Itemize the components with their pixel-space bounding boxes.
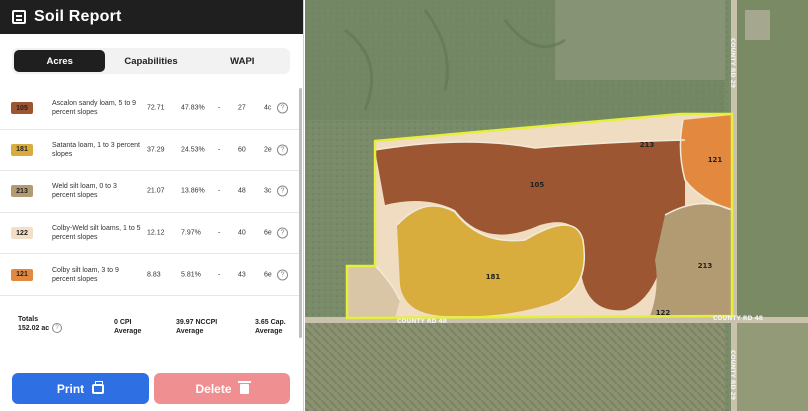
- soil-nccpi: 43: [238, 271, 246, 279]
- help-icon[interactable]: ?: [277, 269, 288, 281]
- delete-label: Delete: [195, 381, 232, 396]
- field-south: [305, 322, 725, 411]
- panel-header: Soil Report: [0, 0, 303, 34]
- soil-percent: 24.53%: [181, 146, 205, 154]
- zone-label-213b: 213: [640, 141, 655, 149]
- road-label-48-b: COUNTY RD 48: [713, 315, 763, 322]
- table-row[interactable]: 181 Satanta loam, 1 to 3 percent slopes 37…: [0, 130, 300, 172]
- soil-percent: 47.83%: [181, 104, 205, 112]
- farmstead: [745, 10, 770, 40]
- totals-help-icon[interactable]: ?: [52, 323, 62, 333]
- zone-label-122: 122: [656, 309, 671, 317]
- table-row[interactable]: 213 Weld silt loam, 0 to 3 percent slopes…: [0, 171, 300, 213]
- soil-name: Colby silt loam, 3 to 9 percent slopes: [52, 266, 119, 283]
- totals-cap: 3.65 Cap. Average: [255, 318, 286, 336]
- list-scrollbar[interactable]: [299, 88, 302, 338]
- satellite-map[interactable]: 105 181 213 122 121 213 COUNTY RD 48 COU…: [305, 0, 808, 411]
- soil-code-badge: 122: [11, 227, 33, 240]
- soil-acres: 72.71: [147, 104, 165, 112]
- soil-acres: 12.12: [147, 229, 165, 237]
- soil-name: Colby-Weld silt loams, 1 to 5 percent sl…: [52, 225, 141, 242]
- soil-report-panel: Soil Report Acres Capabilities WAPI 105 A…: [0, 0, 304, 411]
- soil-acres: 8.83: [147, 271, 161, 279]
- print-button[interactable]: Print: [12, 373, 149, 404]
- field-east: [737, 0, 808, 320]
- field-southeast: [737, 322, 808, 411]
- help-icon[interactable]: ?: [277, 227, 288, 239]
- cpi-value: 0 CPI: [114, 319, 132, 326]
- soil-code-badge: 213: [11, 185, 33, 198]
- tab-acres[interactable]: Acres: [14, 50, 106, 72]
- soil-nccpi: 27: [238, 104, 246, 112]
- soil-acres: 37.29: [147, 146, 165, 154]
- zone-label-121: 121: [708, 156, 723, 164]
- soil-capability: 4c: [264, 104, 272, 112]
- soil-cpi: -: [218, 229, 221, 237]
- soil-capability: 6e: [264, 271, 272, 279]
- zone-label-181: 181: [486, 273, 501, 281]
- road-label-48-a: COUNTY RD 48: [397, 318, 447, 325]
- report-icon: [12, 10, 26, 24]
- soil-percent: 7.97%: [181, 229, 201, 237]
- trash-icon: [237, 380, 251, 394]
- soil-code-badge: 181: [11, 143, 33, 156]
- soil-code-badge: 121: [11, 268, 33, 281]
- field-northeast: [555, 0, 725, 80]
- zone-label-105: 105: [530, 181, 545, 189]
- tab-wapi[interactable]: WAPI: [197, 50, 288, 72]
- nccpi-value: 39.97 NCCPI: [176, 319, 218, 326]
- soil-cpi: -: [218, 104, 221, 112]
- zone-label-213: 213: [698, 262, 713, 270]
- print-label: Print: [56, 381, 85, 396]
- soil-nccpi: 48: [238, 187, 246, 195]
- app: Soil Report Acres Capabilities WAPI 105 A…: [0, 0, 808, 411]
- soil-code-badge: 105: [11, 102, 33, 115]
- delete-button[interactable]: Delete: [154, 373, 290, 404]
- soil-acres: 21.07: [147, 187, 165, 195]
- soil-capability: 2e: [264, 146, 272, 154]
- help-icon[interactable]: ?: [277, 185, 288, 197]
- table-row[interactable]: 105 Ascalon sandy loam, 5 to 9 percent sl…: [0, 88, 300, 130]
- soil-cpi: -: [218, 146, 221, 154]
- table-row[interactable]: 121 Colby silt loam, 3 to 9 percent slope…: [0, 254, 300, 296]
- totals-nccpi: 39.97 NCCPI Average: [176, 318, 217, 336]
- nccpi-sub: Average: [176, 328, 204, 335]
- soil-capability: 6e: [264, 229, 272, 237]
- soil-percent: 5.81%: [181, 271, 201, 279]
- soil-list[interactable]: 105 Ascalon sandy loam, 5 to 9 percent sl…: [0, 82, 300, 306]
- totals-title: Totals: [18, 316, 39, 323]
- soil-percent: 13.86%: [181, 187, 205, 195]
- totals-label: Totals 152.02 ac: [18, 315, 49, 333]
- road-label-29-a: COUNTY RD 29: [729, 38, 736, 88]
- road-label-29-b: COUNTY RD 29: [729, 350, 736, 400]
- soil-capability: 3c: [264, 187, 272, 195]
- totals-cpi: 0 CPI Average: [114, 318, 141, 336]
- soil-nccpi: 40: [238, 229, 246, 237]
- cap-value: 3.65 Cap.: [255, 319, 286, 326]
- soil-name: Weld silt loam, 0 to 3 percent slopes: [52, 183, 117, 200]
- map-canvas[interactable]: 105 181 213 122 121 213 COUNTY RD 48 COU…: [305, 0, 808, 411]
- table-row[interactable]: 122 Colby-Weld silt loams, 1 to 5 percent…: [0, 213, 300, 255]
- totals-acres: 152.02 ac: [18, 325, 50, 332]
- soil-cpi: -: [218, 271, 221, 279]
- tab-capabilities[interactable]: Capabilities: [105, 50, 196, 72]
- soil-name: Ascalon sandy loam, 5 to 9 percent slope…: [52, 100, 137, 117]
- panel-title: Soil Report: [34, 8, 122, 25]
- soil-nccpi: 60: [238, 146, 246, 154]
- cpi-sub: Average: [114, 328, 142, 335]
- soil-cpi: -: [218, 187, 221, 195]
- soil-name: Satanta loam, 1 to 3 percent slopes: [52, 141, 140, 158]
- cap-sub: Average: [255, 328, 283, 335]
- printer-icon: [92, 380, 105, 394]
- help-icon[interactable]: ?: [277, 144, 288, 156]
- totals-row: Totals 152.02 ac ? 0 CPI Average 39.97 N…: [0, 306, 300, 346]
- help-icon[interactable]: ?: [277, 102, 288, 114]
- tab-bar: Acres Capabilities WAPI: [12, 48, 290, 74]
